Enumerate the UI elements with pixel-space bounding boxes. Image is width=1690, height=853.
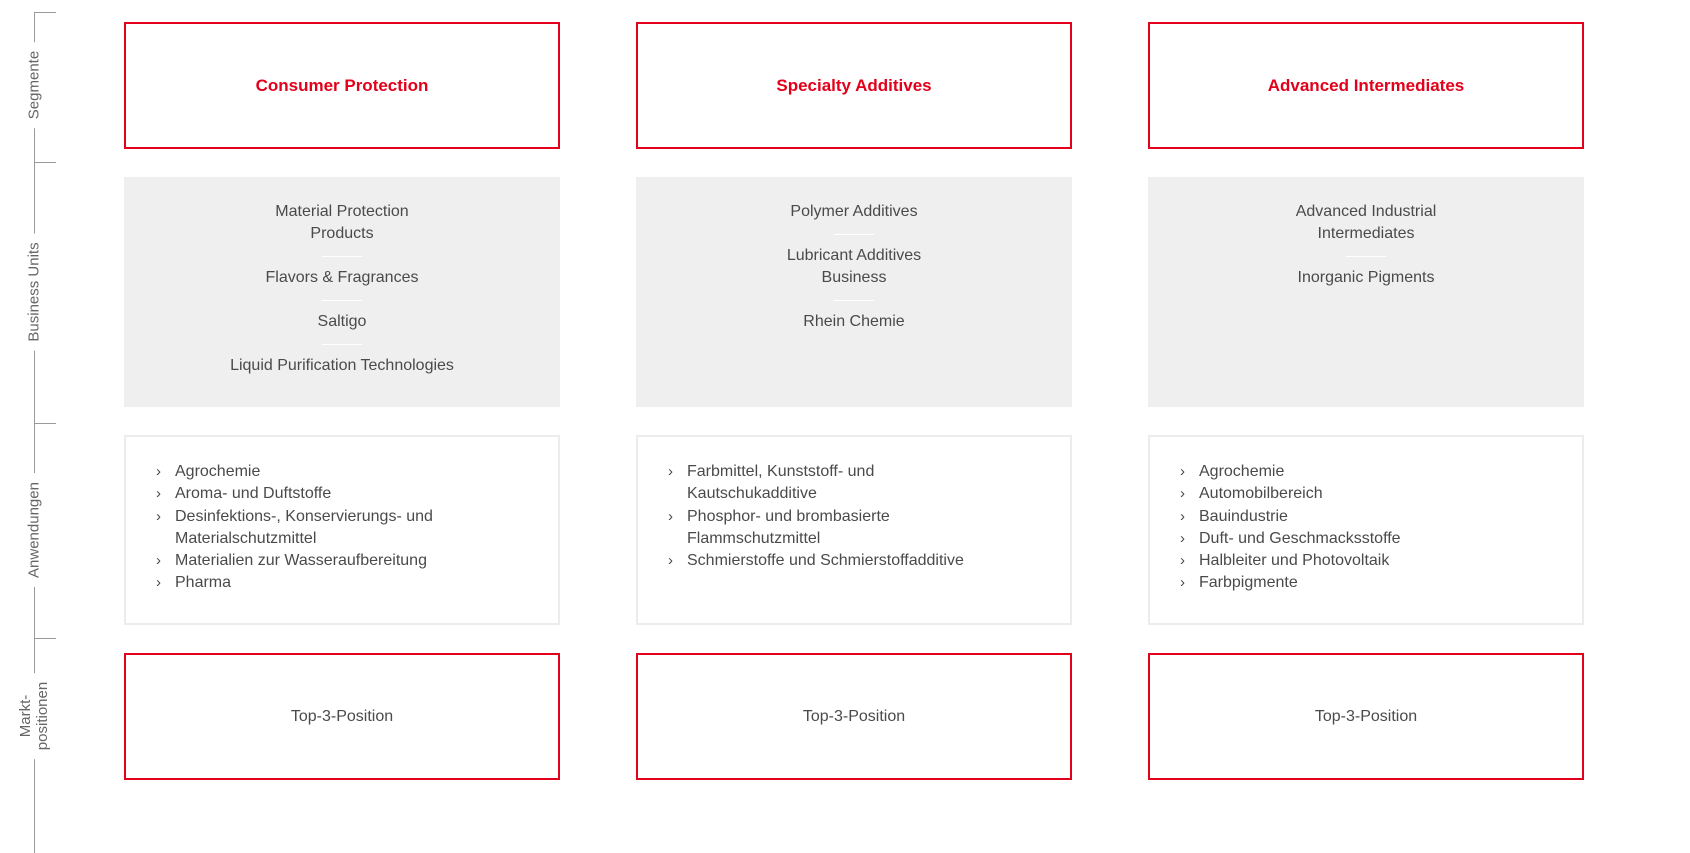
chevron-right-icon: ›: [668, 552, 673, 570]
segment-title: Advanced Intermediates: [1267, 75, 1465, 95]
business-unit: Polymer Additives: [790, 203, 918, 220]
applications-list: › Agrochemie › Automobilbereich › Bauindust…: [1180, 461, 1562, 595]
chevron-right-icon: ›: [1180, 552, 1185, 570]
application-item: › Duft- und Geschmacksstoffe: [1180, 528, 1562, 550]
axis-label-anwendungen: Anwendungen: [25, 473, 43, 587]
chevron-right-icon: ›: [1180, 485, 1185, 503]
chevron-right-icon: ›: [156, 507, 161, 525]
axis-label-marktpositionen: Markt- positionen: [17, 672, 51, 760]
application-item: › Farbpigmente: [1180, 572, 1562, 594]
chevron-right-icon: ›: [156, 574, 161, 592]
chevron-right-icon: ›: [156, 552, 161, 570]
application-item: › Materialien zur Wasseraufbereitung: [156, 550, 538, 572]
applications-box: › Agrochemie › Aroma- und Duftstoffe › Desi…: [124, 435, 560, 625]
application-text: Pharma: [175, 574, 232, 592]
market-position-box: Top-3-Position: [636, 653, 1072, 780]
axis-tick: [34, 638, 56, 639]
application-item: › Schmierstoffe und Schmierstoffadditive: [668, 550, 1050, 572]
application-item: › Farbmittel, Kunststoff- und Kautschukad…: [668, 461, 1050, 506]
application-text: Agrochemie: [1199, 463, 1285, 480]
application-text: Halbleiter und Photovoltaik: [1199, 552, 1390, 570]
application-text: Bauindustrie: [1199, 507, 1288, 525]
application-text: Phosphor- und brombasierte Flammschutzmi…: [687, 507, 890, 547]
axis-tick: [34, 162, 56, 163]
applications-list: › Farbmittel, Kunststoff- und Kautschukad…: [668, 461, 1050, 572]
business-unit: Material Protection Products: [275, 203, 409, 242]
business-unit: Rhein Chemie: [803, 313, 905, 330]
business-unit-divider: [834, 234, 874, 235]
applications-box: › Farbmittel, Kunststoff- und Kautschukad…: [636, 435, 1072, 625]
applications-box: › Agrochemie › Automobilbereich › Bauindust…: [1148, 435, 1584, 625]
market-position-text: Top-3-Position: [290, 707, 394, 725]
segment-box: Consumer Protection: [124, 22, 560, 149]
axis-tick: [34, 423, 56, 424]
application-text: Schmierstoffe und Schmierstoffadditive: [687, 552, 964, 570]
chevron-right-icon: ›: [1180, 507, 1185, 525]
business-units-box: Advanced Industrial Intermediates Inorga…: [1148, 177, 1584, 407]
application-text: Materialien zur Wasseraufbereitung: [175, 552, 427, 570]
application-item: › Phosphor- und brombasierte Flammschutzm…: [668, 506, 1050, 551]
application-text: Aroma- und Duftstoffe: [175, 485, 332, 503]
chevron-right-icon: ›: [668, 463, 673, 480]
application-item: › Desinfektions-, Konservierungs- und Mat…: [156, 506, 538, 551]
business-unit-divider: [834, 300, 874, 301]
market-position-box: Top-3-Position: [1148, 653, 1584, 780]
application-text: Automobilbereich: [1199, 485, 1323, 503]
segment-box: Specialty Additives: [636, 22, 1072, 149]
market-position-text: Top-3-Position: [802, 707, 906, 725]
business-unit-divider: [322, 300, 362, 301]
application-text: Agrochemie: [175, 463, 261, 480]
segment-title: Specialty Additives: [776, 75, 932, 95]
chevron-right-icon: ›: [1180, 529, 1185, 547]
business-unit: Liquid Purification Technologies: [230, 357, 454, 374]
business-unit-divider: [322, 256, 362, 257]
applications-list: › Agrochemie › Aroma- und Duftstoffe › Desi…: [156, 461, 538, 595]
segment-box: Advanced Intermediates: [1148, 22, 1584, 149]
business-unit: Saltigo: [317, 313, 367, 330]
segment-title: Consumer Protection: [255, 75, 429, 95]
axis-label-positionen: positionen: [34, 681, 51, 751]
application-text: Farbmittel, Kunststoff- und Kautschukadd…: [687, 463, 875, 503]
business-unit-divider: [1346, 256, 1386, 257]
business-unit-divider: [322, 344, 362, 345]
application-text: Desinfektions-, Konservierungs- und Mate…: [175, 507, 433, 547]
business-unit: Advanced Industrial Intermediates: [1295, 203, 1437, 242]
business-units-box: Material Protection Products Flavors & F…: [124, 177, 560, 407]
application-item: › Halbleiter und Photovoltaik: [1180, 550, 1562, 572]
axis-label-segmente: Segmente: [25, 41, 43, 129]
chevron-right-icon: ›: [668, 507, 673, 525]
chevron-right-icon: ›: [156, 463, 161, 480]
chevron-right-icon: ›: [156, 485, 161, 503]
application-item: › Agrochemie: [156, 461, 538, 483]
axis-label-business-units: Business Units: [25, 233, 43, 351]
business-unit: Lubricant Additives Business: [786, 247, 922, 286]
chevron-right-icon: ›: [1180, 463, 1185, 480]
application-text: Duft- und Geschmacksstoffe: [1199, 529, 1401, 547]
axis-label-markt: Markt-: [17, 694, 34, 738]
application-item: › Bauindustrie: [1180, 506, 1562, 528]
axis-tick: [34, 12, 56, 13]
chevron-right-icon: ›: [1180, 574, 1185, 592]
business-unit: Inorganic Pigments: [1297, 269, 1435, 286]
application-item: › Agrochemie: [1180, 461, 1562, 483]
application-item: › Aroma- und Duftstoffe: [156, 483, 538, 505]
application-item: › Automobilbereich: [1180, 483, 1562, 505]
business-unit: Flavors & Fragrances: [265, 269, 419, 286]
application-text: Farbpigmente: [1199, 574, 1298, 592]
application-item: › Pharma: [156, 572, 538, 594]
business-units-box: Polymer Additives Lubricant Additives Bu…: [636, 177, 1072, 407]
market-position-box: Top-3-Position: [124, 653, 560, 780]
market-position-text: Top-3-Position: [1314, 707, 1418, 725]
